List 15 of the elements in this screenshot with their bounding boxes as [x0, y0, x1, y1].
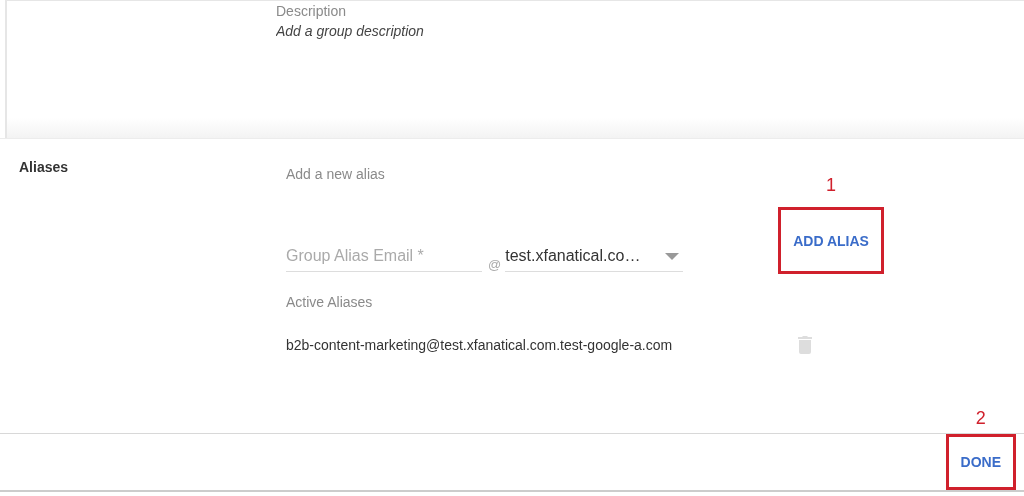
- description-field[interactable]: Add a group description: [276, 23, 576, 39]
- delete-icon[interactable]: [798, 336, 812, 354]
- at-sign: @: [488, 257, 502, 272]
- description-label: Description: [276, 3, 348, 19]
- alias-address: b2b-content-marketing@test.xfanatical.com.test-google-a.com: [286, 337, 674, 353]
- add-alias-button[interactable]: ADD ALIAS: [789, 226, 873, 255]
- active-aliases-label: Active Aliases: [286, 294, 374, 310]
- alias-email-field[interactable]: Group Alias Email *: [286, 247, 482, 272]
- add-alias-label: Add a new alias: [286, 166, 386, 182]
- callout-number: 1: [825, 175, 838, 196]
- section-title: Aliases: [19, 159, 70, 177]
- domain-dropdown[interactable]: test.xfanatical.co…: [505, 247, 684, 272]
- callout-number: 2: [974, 408, 987, 429]
- caret-icon: [665, 252, 680, 260]
- done-button[interactable]: DONE: [956, 448, 1005, 476]
